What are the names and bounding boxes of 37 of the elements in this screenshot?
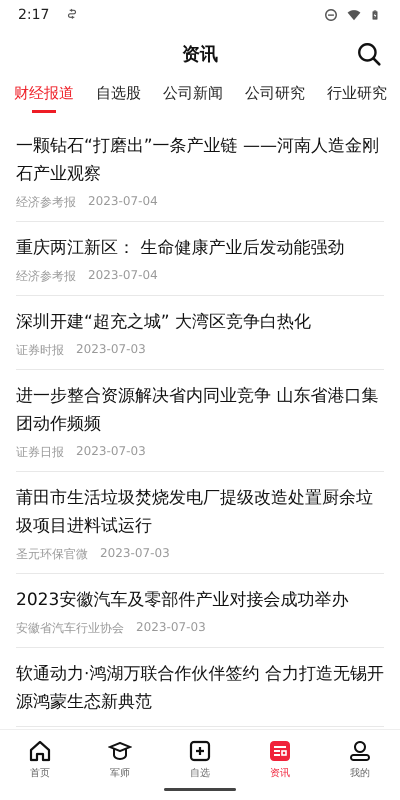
- home-icon[interactable]: [28, 738, 52, 762]
- page-title: 资讯: [182, 43, 218, 66]
- article-date: 2023-07-04: [88, 194, 158, 210]
- article-source: 证券时报: [16, 342, 64, 359]
- article-date: 2023-07-03: [100, 546, 170, 562]
- article-title[interactable]: 2023安徽汽车及零部件产业对接会成功举办: [16, 586, 384, 614]
- nav-label[interactable]: 自选: [190, 766, 210, 780]
- article-title[interactable]: 软通动力·鸿湖万联合作伙伴签约 合力打造无锡开源鸿蒙生态新典范: [16, 660, 384, 716]
- nav-label[interactable]: 军师: [110, 766, 130, 780]
- wifi-icon: [346, 8, 362, 22]
- article-source: 经济参考报: [16, 268, 76, 285]
- article-date: 2023-07-03: [76, 444, 146, 460]
- category-tab[interactable]: 公司新闻: [163, 78, 223, 113]
- nav-label[interactable]: 资讯: [270, 766, 290, 780]
- nav-label[interactable]: 首页: [30, 766, 50, 780]
- category-tab[interactable]: 行业研究: [327, 78, 387, 113]
- article-source: 经济参考报: [16, 194, 76, 211]
- article-date: 2023-07-04: [88, 268, 158, 284]
- article-source: 安徽省汽车行业协会: [16, 620, 124, 637]
- newspaper-icon[interactable]: [268, 738, 292, 762]
- search-icon[interactable]: [356, 41, 382, 67]
- article-source: 圣元环保官微: [16, 546, 88, 563]
- article-title[interactable]: 莆田市生活垃圾焚烧发电厂提级改造处置厨余垃圾项目进料试运行: [16, 484, 384, 540]
- article-title[interactable]: 进一步整合资源解决省内同业竞争 山东省港口集团动作频频: [16, 382, 384, 438]
- status-time: 2:17: [18, 7, 50, 23]
- article-date: 2023-07-03: [136, 620, 206, 636]
- user-icon[interactable]: [348, 738, 372, 762]
- article-date: 2023-07-03: [76, 342, 146, 358]
- article-title[interactable]: 深圳开建“超充之城” 大湾区竞争白热化: [16, 308, 384, 336]
- article-title[interactable]: 一颗钻石“打磨出”一条产业链 ——河南人造金刚石产业观察: [16, 132, 384, 188]
- nav-label[interactable]: 我的: [350, 766, 370, 780]
- plus-icon[interactable]: [188, 738, 212, 762]
- category-tab[interactable]: 公司研究: [245, 78, 305, 113]
- article-source: 证券日报: [16, 444, 64, 461]
- do-not-disturb-icon: [324, 8, 338, 22]
- category-tab[interactable]: 自选股: [96, 78, 141, 113]
- article-title[interactable]: 重庆两江新区： 生命健康产业后发动能强劲: [16, 234, 384, 262]
